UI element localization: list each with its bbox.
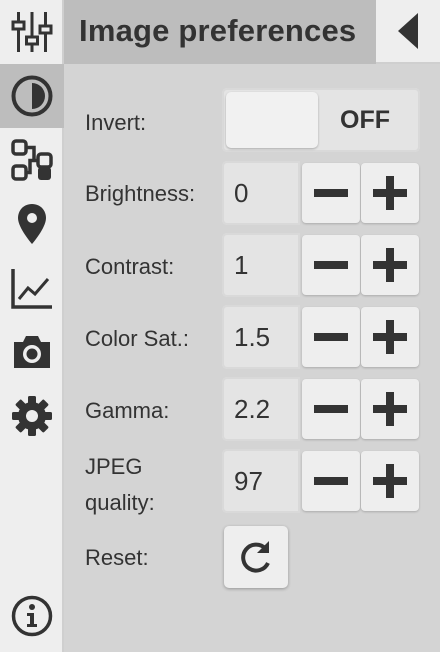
gamma-label: Gamma: <box>85 398 170 423</box>
sidebar-item-settings[interactable] <box>0 384 64 448</box>
sidebar-item-route[interactable] <box>0 128 64 192</box>
minus-icon <box>314 405 348 413</box>
sidebar-item-sliders[interactable] <box>0 0 64 64</box>
jpeg-quality-decrease-button[interactable] <box>302 451 360 511</box>
sidebar-item-image[interactable] <box>0 64 64 128</box>
collapse-button[interactable] <box>376 0 440 64</box>
page-title: Image preferences <box>79 13 357 48</box>
plus-icon <box>373 464 407 498</box>
color-sat-stepper: 1.5 <box>222 305 420 369</box>
sidebar-item-camera[interactable] <box>0 320 64 384</box>
minus-icon <box>314 333 348 341</box>
gamma-stepper: 2.2 <box>222 377 420 441</box>
gamma-value[interactable]: 2.2 <box>222 377 300 441</box>
contrast-value[interactable]: 1 <box>222 233 300 297</box>
sidebar-item-location[interactable] <box>0 192 64 256</box>
contrast-decrease-button[interactable] <box>302 235 360 295</box>
gear-icon <box>12 396 52 436</box>
chevron-left-icon <box>398 13 418 49</box>
sidebar <box>0 0 64 652</box>
color-sat-increase-button[interactable] <box>361 307 419 367</box>
minus-icon <box>314 189 348 197</box>
color-sat-decrease-button[interactable] <box>302 307 360 367</box>
brightness-increase-button[interactable] <box>361 163 419 223</box>
plus-icon <box>373 392 407 426</box>
sidebar-item-info[interactable] <box>0 584 64 648</box>
jpeg-quality-increase-button[interactable] <box>361 451 419 511</box>
color-sat-label: Color Sat.: <box>85 326 189 351</box>
color-sat-value[interactable]: 1.5 <box>222 305 300 369</box>
route-icon <box>11 139 53 181</box>
minus-icon <box>314 477 348 485</box>
reset-label: Reset: <box>85 545 149 570</box>
sliders-icon <box>11 12 53 52</box>
line-chart-icon <box>11 269 52 309</box>
jpeg-quality-value[interactable]: 97 <box>222 449 300 513</box>
contrast-icon <box>11 75 53 117</box>
invert-toggle-state: OFF <box>340 106 390 134</box>
contrast-stepper: 1 <box>222 233 420 297</box>
contrast-label: Contrast: <box>85 254 175 279</box>
map-pin-icon <box>18 204 46 244</box>
refresh-icon <box>241 541 270 573</box>
brightness-decrease-button[interactable] <box>302 163 360 223</box>
plus-icon <box>373 176 407 210</box>
jpeg-quality-label-line1: JPEG <box>85 454 143 479</box>
brightness-stepper: 0 <box>222 161 420 225</box>
info-icon <box>11 595 53 637</box>
plus-icon <box>373 320 407 354</box>
invert-label: Invert: <box>85 110 147 135</box>
gamma-increase-button[interactable] <box>361 379 419 439</box>
jpeg-quality-label-line2: quality: <box>85 490 155 515</box>
brightness-label: Brightness: <box>85 181 196 206</box>
toggle-knob <box>226 92 318 148</box>
plus-icon <box>373 248 407 282</box>
camera-icon <box>14 336 50 368</box>
invert-toggle[interactable]: OFF <box>222 88 420 152</box>
jpeg-quality-stepper: 97 <box>222 449 420 513</box>
contrast-increase-button[interactable] <box>361 235 419 295</box>
minus-icon <box>314 261 348 269</box>
gamma-decrease-button[interactable] <box>302 379 360 439</box>
brightness-value[interactable]: 0 <box>222 161 300 225</box>
reset-button[interactable] <box>224 526 288 588</box>
sidebar-item-chart[interactable] <box>0 256 64 320</box>
